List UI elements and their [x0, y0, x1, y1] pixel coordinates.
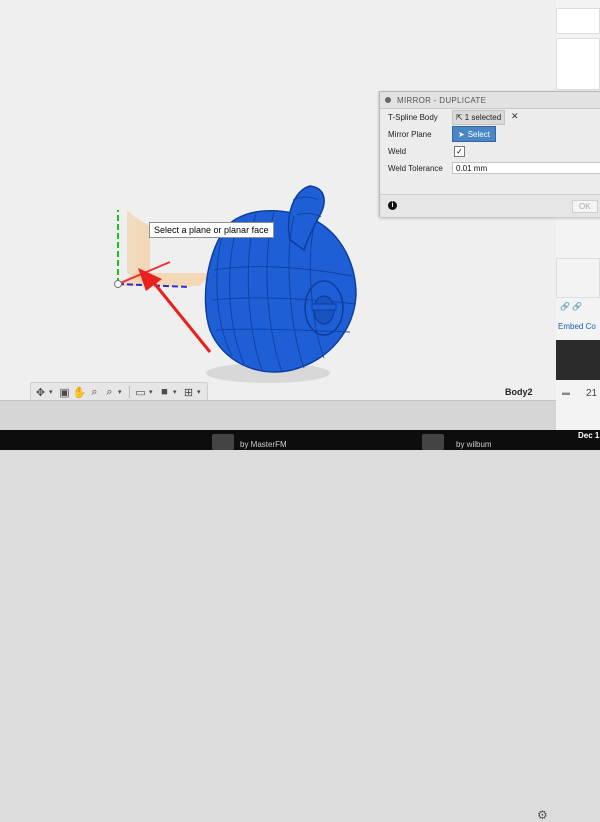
background-taskbar: by MasterFM by wilbum Dec 1, [0, 430, 600, 450]
weld-tolerance-input[interactable]: 0.01 mm [452, 162, 600, 174]
weld-label: Weld [388, 147, 407, 156]
background-panel [556, 38, 600, 90]
mirror-dialog: MIRROR - DUPLICATE T-Spline Body ⇱ 1 sel… [379, 91, 600, 217]
ok-button[interactable]: OK [572, 200, 598, 213]
grid-dropdown-icon[interactable]: ▾ [197, 388, 204, 396]
background-browser-window: 🔗 🔗 Embed Co ▬ 21 [556, 0, 600, 450]
orbit-dropdown-icon[interactable]: ▾ [49, 388, 56, 396]
construction-plane-xy[interactable] [127, 210, 136, 279]
weld-tolerance-label: Weld Tolerance [388, 164, 443, 173]
thumbnail-image [212, 434, 234, 450]
select-button-label: Select [467, 129, 490, 139]
viewport-statusbar: ⚙ [0, 400, 556, 822]
comment-icon: ▬ [562, 388, 570, 397]
pointer-arrow-shaft [148, 277, 212, 353]
weld-checkbox[interactable]: ✓ [454, 146, 465, 157]
dialog-footer: i OK [380, 194, 600, 217]
display-dropdown-icon[interactable]: ▾ [149, 388, 156, 396]
background-panel [556, 8, 600, 34]
embed-label[interactable]: Embed Co [558, 322, 596, 331]
visual-style-dropdown-icon[interactable]: ▾ [173, 388, 180, 396]
by-right-text: by wilbum [456, 440, 492, 449]
zoom-dropdown-icon[interactable]: ▾ [118, 388, 125, 396]
by-left-text: by MasterFM [240, 440, 287, 449]
count-label: 21 [586, 388, 598, 399]
grid-icon[interactable]: ⊞ [182, 385, 195, 399]
look-at-icon[interactable]: ▣ [58, 385, 71, 399]
dialog-collapse-icon[interactable] [385, 97, 391, 103]
zoom-window-icon[interactable]: ⌕ [103, 385, 116, 399]
tspline-selection-value: 1 selected [464, 113, 502, 122]
dialog-title: MIRROR - DUPLICATE [397, 95, 487, 105]
selection-tooltip: Select a plane or planar face [149, 222, 274, 238]
origin-point [114, 280, 122, 288]
mirror-plane-label: Mirror Plane [388, 130, 432, 139]
background-banner [556, 340, 600, 380]
cursor-arrow-icon: ➤ [458, 129, 465, 139]
info-icon[interactable]: i [388, 201, 397, 210]
tspline-body-label: T-Spline Body [388, 113, 438, 122]
clear-selection-button[interactable]: ✕ [511, 111, 519, 122]
thumbnail-image [422, 434, 444, 450]
orbit-icon[interactable]: ✥ [34, 385, 47, 399]
app-icons-row: 🔗 🔗 [560, 302, 583, 311]
body-name-label: Body2 [505, 387, 533, 397]
cursor-arrow-icon: ⇱ [456, 113, 463, 122]
pan-icon[interactable]: ✋ [73, 385, 87, 399]
display-settings-icon[interactable]: ▭ [134, 385, 147, 399]
dialog-header[interactable]: MIRROR - DUPLICATE [380, 92, 600, 109]
gear-icon[interactable]: ⚙ [537, 808, 548, 822]
tspline-selection-field[interactable]: ⇱ 1 selected [452, 110, 506, 125]
visual-style-icon[interactable]: ■ [158, 385, 171, 399]
mirror-plane-select-button[interactable]: ➤ Select [452, 126, 496, 142]
tspline-body[interactable] [204, 185, 357, 373]
toolbar-divider [129, 386, 130, 398]
date-text: Dec 1, [578, 431, 600, 440]
navigation-toolbar: ✥ ▾ ▣ ✋ ⌕ ⌕ ▾ ▭ ▾ ■ ▾ ⊞ ▾ [30, 382, 208, 400]
background-panel [556, 258, 600, 298]
zoom-icon[interactable]: ⌕ [88, 385, 101, 399]
